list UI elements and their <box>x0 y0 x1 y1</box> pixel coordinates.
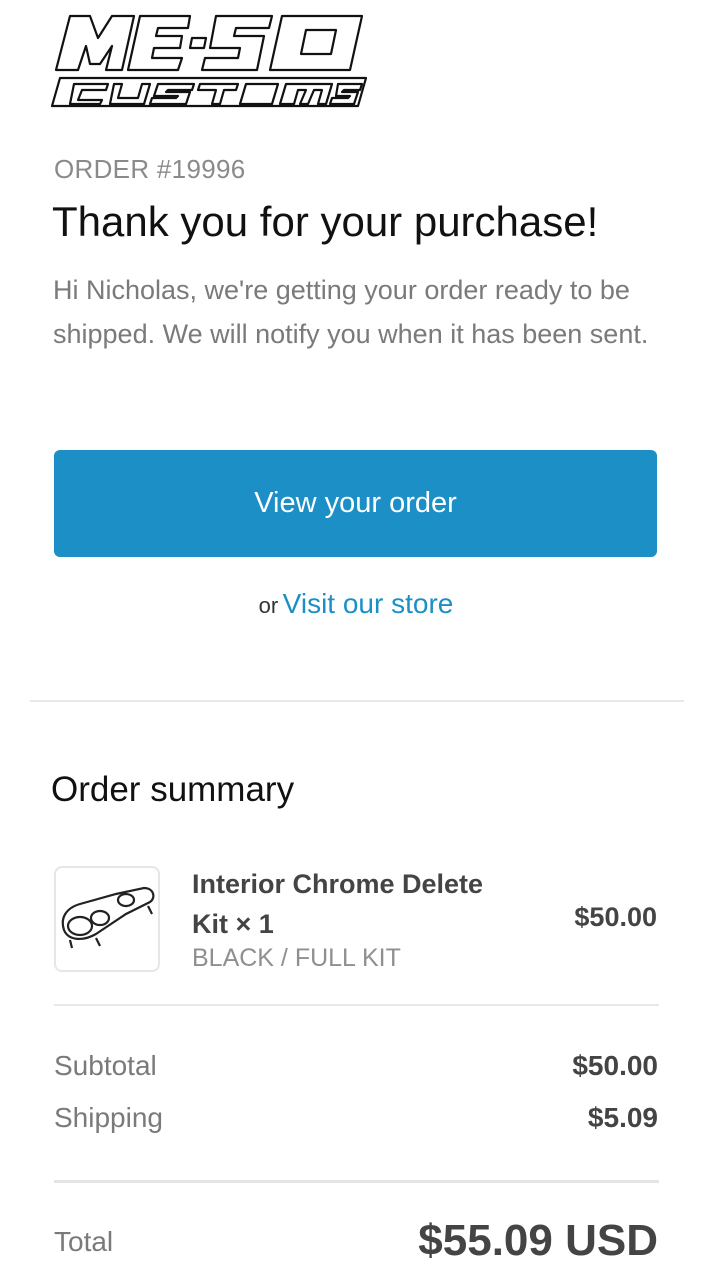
view-order-button[interactable]: View your order <box>54 450 657 557</box>
total-label: Total <box>54 1226 114 1257</box>
visit-store-row: or Visit our store <box>0 588 712 620</box>
divider <box>54 1180 659 1183</box>
order-number: ORDER #19996 <box>54 154 246 184</box>
subtotal-label: Subtotal <box>54 1050 157 1081</box>
or-label: or <box>258 593 279 618</box>
chrome-delete-kit-thumbnail <box>61 886 155 949</box>
product-name: Interior Chrome Delete Kit × 1 <box>192 869 484 939</box>
product-variant: BLACK / FULL KIT <box>192 944 401 972</box>
total-value: $55.09 USD <box>418 1216 658 1265</box>
divider <box>30 700 684 702</box>
brand-logo <box>50 14 368 108</box>
shipping-label: Shipping <box>54 1102 163 1133</box>
order-message: Hi Nicholas, we're getting your order re… <box>53 275 649 349</box>
page-title: Thank you for your purchase! <box>52 198 599 245</box>
order-summary-heading: Order summary <box>51 770 295 809</box>
product-price: $50.00 <box>574 902 657 932</box>
product-image <box>54 866 160 972</box>
subtotal-value: $50.00 <box>572 1050 658 1081</box>
visit-store-link[interactable]: Visit our store <box>283 588 454 619</box>
divider <box>54 1004 659 1006</box>
shipping-value: $5.09 <box>587 1102 658 1133</box>
